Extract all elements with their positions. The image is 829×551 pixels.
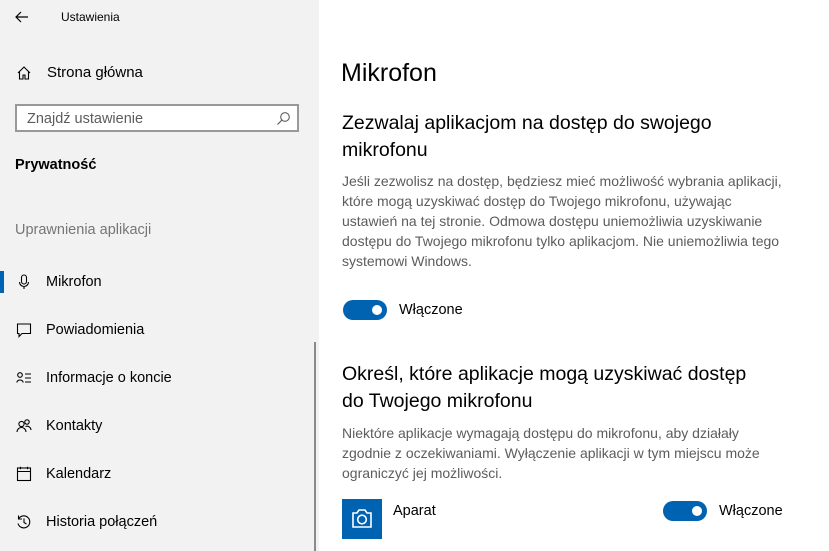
camera-app-toggle[interactable] (663, 501, 707, 521)
sidebar-item-call-history[interactable]: Historia połączeń (0, 502, 319, 542)
page-title: Mikrofon (341, 59, 437, 87)
sidebar-item-notifications[interactable]: Powiadomienia (0, 310, 319, 350)
toggle-knob (372, 305, 382, 315)
sidebar-item-calendar[interactable]: Kalendarz (0, 454, 319, 494)
section-title: Prywatność (15, 157, 97, 173)
home-icon (17, 66, 31, 80)
search-placeholder: Znajdź ustawienie (27, 111, 144, 127)
toggle-knob (692, 506, 702, 516)
group-header: Uprawnienia aplikacji (15, 222, 152, 238)
title-bar: Ustawienia (0, 0, 319, 34)
camera-app-icon (342, 499, 382, 539)
section-heading-access: Zezwalaj aplikacjom na dostęp do swojego… (342, 112, 712, 161)
toggle-label: Włączone (399, 302, 463, 318)
account-info-icon (16, 372, 31, 383)
section-description-access: Jeśli zezwolisz na dostęp, będziesz mieć… (342, 173, 782, 269)
search-input[interactable]: Znajdź ustawienie (15, 104, 299, 132)
calendar-icon (16, 466, 32, 482)
sidebar-item-contacts[interactable]: Kontakty (0, 406, 319, 446)
search-icon[interactable] (276, 111, 291, 126)
contacts-icon (16, 419, 32, 433)
sidebar-item-label: Informacje o koncie (46, 370, 172, 386)
sidebar-item-label: Kontakty (46, 418, 103, 434)
sidebar-item-account-info[interactable]: Informacje o koncie (0, 358, 319, 398)
section-description-apps: Niektóre aplikacje wymagają dostępu do m… (342, 425, 760, 481)
microphone-icon (18, 274, 30, 289)
window-title: Ustawienia (61, 10, 120, 24)
toggle-label: Włączone (719, 503, 783, 519)
back-arrow-icon (15, 11, 28, 23)
home-label: Strona główna (47, 64, 143, 81)
sidebar-item-home[interactable]: Strona główna (0, 58, 319, 88)
microphone-access-toggle[interactable] (343, 300, 387, 320)
main-content: Mikrofon Zezwalaj aplikacjom na dostęp d… (319, 0, 829, 551)
back-button[interactable] (10, 6, 34, 28)
section-heading-apps: Określ, które aplikacje mogą uzyskiwać d… (342, 363, 747, 412)
notification-icon (16, 323, 32, 338)
app-name: Aparat (393, 503, 436, 519)
call-history-icon (17, 515, 31, 529)
selection-indicator (0, 271, 4, 293)
sidebar-item-label: Mikrofon (46, 274, 102, 290)
sidebar: Ustawienia Strona główna Znajdź ustawien… (0, 0, 319, 551)
sidebar-item-microphone[interactable]: Mikrofon (0, 262, 319, 302)
camera-icon (352, 509, 372, 528)
sidebar-item-label: Historia połączeń (46, 514, 158, 530)
sidebar-scrollbar[interactable] (314, 342, 316, 551)
sidebar-item-label: Powiadomienia (46, 322, 145, 338)
sidebar-item-label: Kalendarz (46, 466, 112, 482)
